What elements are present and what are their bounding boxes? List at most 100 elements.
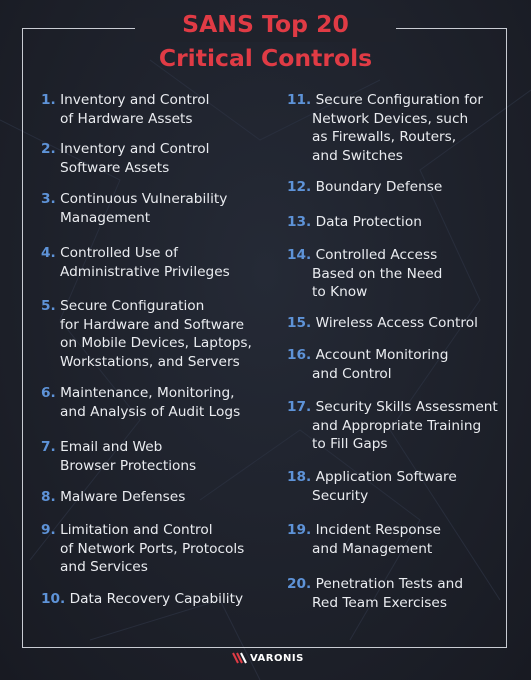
control-text: Application Software [315,469,457,485]
control-item-3: 3. Continuous Vulnerability Management [41,190,227,227]
control-item-first-line: 14. Controlled Access [287,246,442,265]
control-text-continuation: Network Devices, such [312,110,469,127]
control-text-continuation: as Firewalls, Routers, [312,129,457,146]
control-number: 19. [287,522,312,538]
control-item-20: 20. Penetration Tests and Red Team Exerci… [287,575,463,612]
control-item-first-line: 13. Data Protection [287,213,422,232]
title-line-2: Critical Controls [158,44,373,72]
control-item-13: 13. Data Protection [287,213,422,232]
control-item-11: 11. Secure Configuration for Network Devi… [287,91,483,165]
control-item-8: 8. Malware Defenses [41,488,185,507]
control-item-17: 17. Security Skills Assessment and Approp… [287,398,498,454]
control-text-continuation: Software Assets [60,159,170,176]
control-item-first-line: 9. Limitation and Control [41,521,244,540]
control-text-continuation: and Analysis of Audit Logs [60,403,241,420]
control-text-continuation: and Management [312,540,433,557]
control-item-1: 1. Inventory and Control of Hardware Asse… [41,91,209,128]
control-text: Controlled Use of [60,245,178,261]
logo-text: VARONIS [250,652,304,664]
control-item-first-line: 5. Secure Configuration [41,297,252,316]
control-item-14: 14. Controlled Access Based on the Need to… [287,246,442,302]
control-item-7: 7. Email and Web Browser Protections [41,438,196,475]
control-number: 18. [287,469,312,485]
control-text-continuation: Browser Protections [60,457,197,474]
control-number: 16. [287,347,312,363]
control-text: Inventory and Control [60,141,210,157]
control-text-continuation: Red Team Exercises [312,594,447,611]
control-text: Controlled Access [315,247,438,263]
control-text-continuation: for Hardware and Software [60,316,245,333]
control-item-first-line: 1. Inventory and Control [41,91,209,110]
control-text-continuation: and Services [60,559,148,576]
control-text: Inventory and Control [60,92,210,108]
control-item-first-line: 19. Incident Response [287,521,441,540]
control-number: 8. [41,489,56,505]
control-text: Penetration Tests and [315,576,464,592]
control-item-first-line: 2. Inventory and Control [41,140,209,159]
control-text-continuation: on Mobile Devices, Laptops, [60,335,252,352]
control-item-2: 2. Inventory and Control Software Assets [41,140,209,177]
title-line-1: SANS Top 20 [182,10,349,38]
control-text: Boundary Defense [315,179,443,195]
poster: SANS Top 20 Critical Controls 1. Invento… [0,0,531,680]
control-item-5: 5. Secure Configuration for Hardware and … [41,297,252,371]
control-number: 15. [287,315,312,331]
control-text: Data Recovery Capability [69,591,244,607]
control-text-continuation: Security [312,487,369,504]
control-text: Maintenance, Monitoring, [60,385,235,401]
control-item-12: 12. Boundary Defense [287,178,442,197]
control-text: Malware Defenses [60,489,186,505]
control-text-continuation: and Appropriate Training [312,417,482,434]
control-number: 20. [287,576,312,592]
control-item-first-line: 8. Malware Defenses [41,488,185,507]
control-text-continuation: of Network Ports, Protocols [60,540,245,557]
control-text-continuation: and Switches [312,147,403,164]
control-item-first-line: 15. Wireless Access Control [287,314,478,333]
control-text-continuation: to Fill Gaps [312,436,388,453]
control-item-15: 15. Wireless Access Control [287,314,478,333]
control-text: Continuous Vulnerability [60,191,228,207]
control-item-first-line: 16. Account Monitoring [287,346,448,365]
control-text-continuation: Management [60,209,151,226]
control-text: Secure Configuration [60,298,205,314]
control-text: Limitation and Control [60,522,213,538]
control-text-continuation: and Control [312,365,392,382]
control-number: 13. [287,214,312,230]
control-text: Wireless Access Control [315,315,478,331]
control-item-9: 9. Limitation and Control of Network Port… [41,521,244,577]
control-item-first-line: 4. Controlled Use of [41,244,230,263]
control-item-first-line: 11. Secure Configuration for [287,91,483,110]
control-item-first-line: 18. Application Software [287,468,457,487]
control-text: Incident Response [315,522,441,538]
control-number: 2. [41,141,56,157]
control-number: 11. [287,92,312,108]
control-item-first-line: 12. Boundary Defense [287,178,442,197]
control-item-first-line: 17. Security Skills Assessment [287,398,498,417]
control-number: 6. [41,385,56,401]
control-number: 12. [287,179,312,195]
control-text-continuation: of Hardware Assets [60,110,193,127]
control-number: 7. [41,439,56,455]
control-text: Email and Web [60,439,163,455]
control-text-continuation: Administrative Privileges [60,263,230,280]
control-text-continuation: Based on the Need [312,265,443,282]
control-item-first-line: 3. Continuous Vulnerability [41,190,227,209]
control-text: Security Skills Assessment [315,399,498,415]
control-text: Data Protection [315,214,422,230]
control-text: Account Monitoring [315,347,449,363]
control-item-first-line: 7. Email and Web [41,438,196,457]
control-number: 14. [287,247,312,263]
control-item-19: 19. Incident Response and Management [287,521,441,558]
control-item-10: 10. Data Recovery Capability [41,590,243,609]
control-number: 9. [41,522,56,538]
varonis-logo: VARONIS [232,649,304,667]
control-number: 3. [41,191,56,207]
control-item-16: 16. Account Monitoring and Control [287,346,448,383]
control-item-first-line: 10. Data Recovery Capability [41,590,243,609]
control-number: 17. [287,399,312,415]
control-number: 10. [41,591,66,607]
control-item-4: 4. Controlled Use of Administrative Privi… [41,244,230,281]
varonis-mark-icon [232,652,247,664]
control-number: 1. [41,92,56,108]
control-item-6: 6. Maintenance, Monitoring, and Analysis … [41,384,240,421]
